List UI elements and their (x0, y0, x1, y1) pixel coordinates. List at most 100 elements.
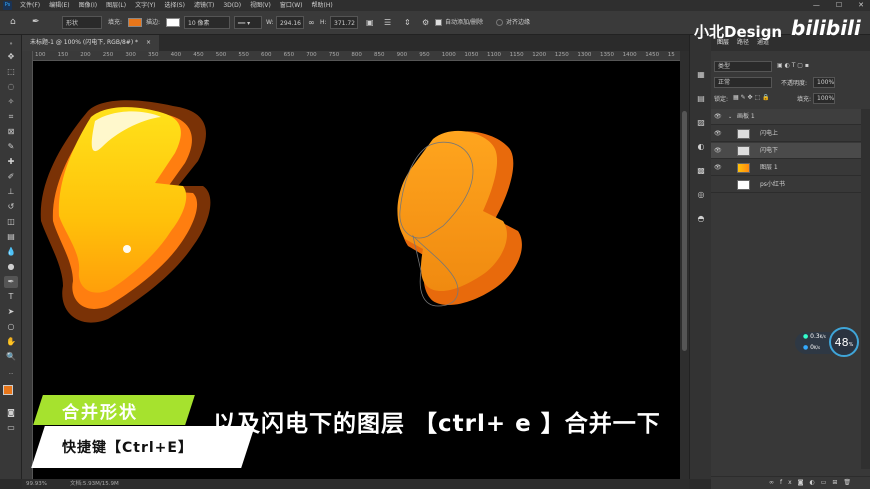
close-tab-icon[interactable]: × (146, 39, 151, 46)
home-icon[interactable]: ⌂ (10, 16, 16, 29)
zoom-tool-icon[interactable]: 🔍 (4, 351, 18, 363)
foreground-color-swatch[interactable] (3, 385, 13, 395)
menu-item[interactable]: 滤镜(T) (194, 0, 214, 11)
path-alignment-icon[interactable]: ☰ (384, 16, 391, 29)
memory-gauge[interactable]: 48% (829, 327, 859, 357)
stroke-style-select[interactable]: ━━ ▾ (234, 16, 262, 29)
lock-icons[interactable]: ▦ ✎ ✥ ⬚ 🔒 (733, 94, 770, 101)
chevron-down-icon[interactable]: ⌄ (728, 109, 732, 125)
network-speed-widget: ● 0.3K/s ● 0K/s 48% (795, 327, 861, 357)
visibility-eye-icon[interactable]: 👁 (714, 160, 722, 176)
filter-icons[interactable]: ▣ ◐ T ▢ ▪ (777, 62, 809, 69)
menu-item[interactable]: 选择(S) (164, 0, 185, 11)
menu-item[interactable]: 视图(V) (250, 0, 271, 11)
watermark-text: 小北Design (694, 23, 783, 41)
path-arrangement-icon[interactable]: ⇕ (404, 16, 411, 29)
path-selection-tool-icon[interactable]: ➤ (4, 306, 18, 318)
width-input[interactable]: 294.16 (276, 16, 304, 29)
layer-row[interactable]: 👁 闪电下 (711, 143, 861, 159)
hand-tool-icon[interactable]: ✋ (4, 336, 18, 348)
path-operations-icon[interactable]: ▣ (366, 16, 374, 29)
ruler-tick-label: 15 (667, 52, 675, 58)
ruler-tick-label: 1150 (509, 52, 524, 58)
type-tool-icon[interactable]: T (4, 291, 18, 303)
crop-tool-icon[interactable]: ⌗ (4, 111, 18, 123)
height-input[interactable]: 371.72 (330, 16, 358, 29)
filter-kind-label: 类型 (718, 63, 731, 70)
layer-row[interactable]: 👁 图层 1 (711, 160, 861, 176)
align-edges-checkbox[interactable] (496, 19, 503, 26)
magic-wand-tool-icon[interactable]: ✧ (4, 96, 18, 108)
layer-filter-select[interactable]: 类型 (714, 61, 772, 72)
color-panel-icon[interactable]: ◐ (695, 141, 707, 153)
more-tools-icon[interactable]: ··· (4, 368, 18, 380)
visibility-eye-icon[interactable]: 👁 (714, 109, 722, 125)
menu-item[interactable]: 3D(D) (223, 0, 241, 11)
vertical-scrollbar[interactable] (680, 51, 689, 479)
menu-item[interactable]: 图像(I) (79, 0, 97, 11)
move-tool-icon[interactable]: ✥ (4, 51, 18, 63)
visibility-eye-icon[interactable]: 👁 (714, 126, 722, 142)
pen-tool-icon[interactable]: ✒ (4, 276, 18, 288)
menu-item[interactable]: 图层(L) (106, 0, 126, 11)
ruler-tick-label: 1000 (441, 52, 456, 58)
collapse-toolbar-icon[interactable]: » (4, 38, 18, 50)
quick-mask-icon[interactable]: ◙ (4, 407, 18, 419)
brush-tool-icon[interactable]: ✐ (4, 171, 18, 183)
link-icon[interactable]: ∞ (308, 16, 315, 29)
shape-mode-select[interactable]: 形状 (62, 16, 102, 29)
ellipse-tool-icon[interactable]: ○ (4, 321, 18, 333)
menu-item[interactable]: 文字(Y) (135, 0, 155, 11)
menu-item[interactable]: 帮助(H) (312, 0, 333, 11)
eraser-tool-icon[interactable]: ◫ (4, 216, 18, 228)
visibility-eye-icon[interactable]: 👁 (714, 143, 722, 159)
maximize-button[interactable]: ☐ (836, 0, 842, 11)
gradient-tool-icon[interactable]: ▤ (4, 231, 18, 243)
image-panel-icon[interactable]: ▨ (695, 117, 707, 129)
close-window-button[interactable]: ✕ (858, 0, 864, 11)
scrollbar-thumb[interactable] (682, 111, 687, 351)
fill-label: 填充: (108, 19, 123, 26)
ruler-tick-label: 1350 (600, 52, 614, 58)
auto-add-delete-checkbox[interactable] (435, 19, 442, 26)
minimize-button[interactable]: — (813, 0, 820, 11)
layer-name: 闪电上 (760, 130, 779, 137)
libraries-panel-icon[interactable]: ◎ (695, 189, 707, 201)
screen-mode-icon[interactable]: ▭ (4, 422, 18, 434)
layer-group-row[interactable]: 👁 ⌄ 画板 1 (711, 109, 861, 125)
ruler-tick-label: 350 (148, 52, 159, 58)
gear-icon[interactable]: ⚙ (422, 16, 429, 29)
ruler-tick-label: 500 (215, 52, 227, 58)
layer-row[interactable]: ps小红书 (711, 177, 861, 193)
fill-color-swatch[interactable] (128, 18, 142, 27)
adjustments-panel-icon[interactable]: ◓ (695, 213, 707, 225)
menu-item[interactable]: 编辑(E) (49, 0, 69, 11)
blend-mode-select[interactable]: 正常 (714, 77, 772, 88)
layers-scrollbar[interactable] (861, 109, 870, 469)
stroke-color-swatch[interactable] (166, 18, 180, 27)
pen-tool-icon[interactable]: ✒ (32, 16, 40, 29)
stroke-width-input[interactable]: 10 像素 (184, 16, 230, 29)
swatches-panel-icon[interactable]: ▩ (695, 165, 707, 177)
document-tab[interactable]: 未标题-1 @ 100% (闪电下, RGB/8#) * × (22, 35, 160, 51)
properties-panel-icon[interactable]: ▤ (695, 93, 707, 105)
video-subtitle: 以及闪电下的图层 【ctrl+ e 】合并一下 (213, 411, 661, 437)
document-tab-title: 未标题-1 @ 100% (闪电下, RGB/8#) * (30, 39, 139, 46)
blur-tool-icon[interactable]: 💧 (4, 246, 18, 258)
clone-stamp-tool-icon[interactable]: ⊥ (4, 186, 18, 198)
layer-action-icons[interactable]: ∞fx◙◐▭⊞🗑 (769, 479, 857, 486)
opacity-input[interactable]: 100% (813, 77, 835, 88)
dodge-tool-icon[interactable]: ● (4, 261, 18, 273)
menu-item[interactable]: 窗口(W) (280, 0, 303, 11)
lasso-tool-icon[interactable]: ◌ (4, 81, 18, 93)
layer-row[interactable]: 👁 闪电上 (711, 126, 861, 142)
zoom-level[interactable]: 99.93% (26, 479, 47, 489)
frame-tool-icon[interactable]: ⊠ (4, 126, 18, 138)
history-brush-tool-icon[interactable]: ↺ (4, 201, 18, 213)
menu-item[interactable]: 文件(F) (20, 0, 40, 11)
eyedropper-tool-icon[interactable]: ✎ (4, 141, 18, 153)
fill-input[interactable]: 100% (813, 93, 835, 104)
marquee-tool-icon[interactable]: ⬚ (4, 66, 18, 78)
healing-brush-tool-icon[interactable]: ✚ (4, 156, 18, 168)
history-panel-icon[interactable]: ▦ (695, 69, 707, 81)
